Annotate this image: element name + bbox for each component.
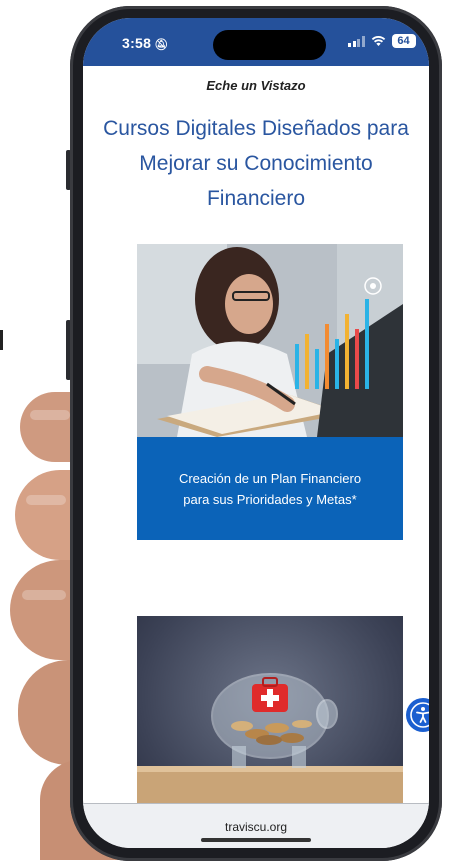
course-card-image[interactable] [137, 244, 403, 437]
piggy-bank-first-aid-photo [137, 673, 403, 816]
home-indicator[interactable] [201, 838, 311, 842]
time-text: 3:58 [122, 35, 152, 51]
status-bar: 3:58 🔕︎ 64 [83, 18, 429, 66]
woman-writing-financial-chart-photo [137, 244, 403, 437]
phone-frame: 3:58 🔕︎ 64 Eche un Vistazo Cursos Digital… [70, 6, 442, 861]
knuckle-highlight [22, 590, 66, 600]
knuckle-highlight [30, 410, 70, 420]
signal-icon [348, 35, 365, 47]
course-card-image[interactable] [137, 616, 403, 816]
course-card-caption[interactable]: Creación de un Plan Financiero para sus … [137, 437, 403, 540]
stray-mark [0, 330, 3, 350]
bell-slash-icon: 🔕︎ [154, 39, 169, 51]
phone-screen: 3:58 🔕︎ 64 Eche un Vistazo Cursos Digital… [83, 18, 429, 848]
url-text: traviscu.org [224, 820, 288, 834]
dynamic-island [213, 30, 326, 60]
course-card-title: Creación de un Plan Financiero para sus … [178, 470, 362, 507]
accessibility-icon [410, 702, 429, 728]
page-headline: Cursos Digitales Diseñados para Mejorar … [103, 117, 409, 210]
accessibility-button[interactable] [406, 698, 429, 732]
knuckle-highlight [26, 495, 66, 505]
wifi-icon [371, 36, 385, 46]
section-eyebrow: Eche un Vistazo [206, 78, 306, 93]
status-time: 3:58 🔕︎ [122, 35, 169, 51]
status-icons: 64 [348, 34, 416, 48]
battery-icon: 64 [391, 34, 416, 48]
